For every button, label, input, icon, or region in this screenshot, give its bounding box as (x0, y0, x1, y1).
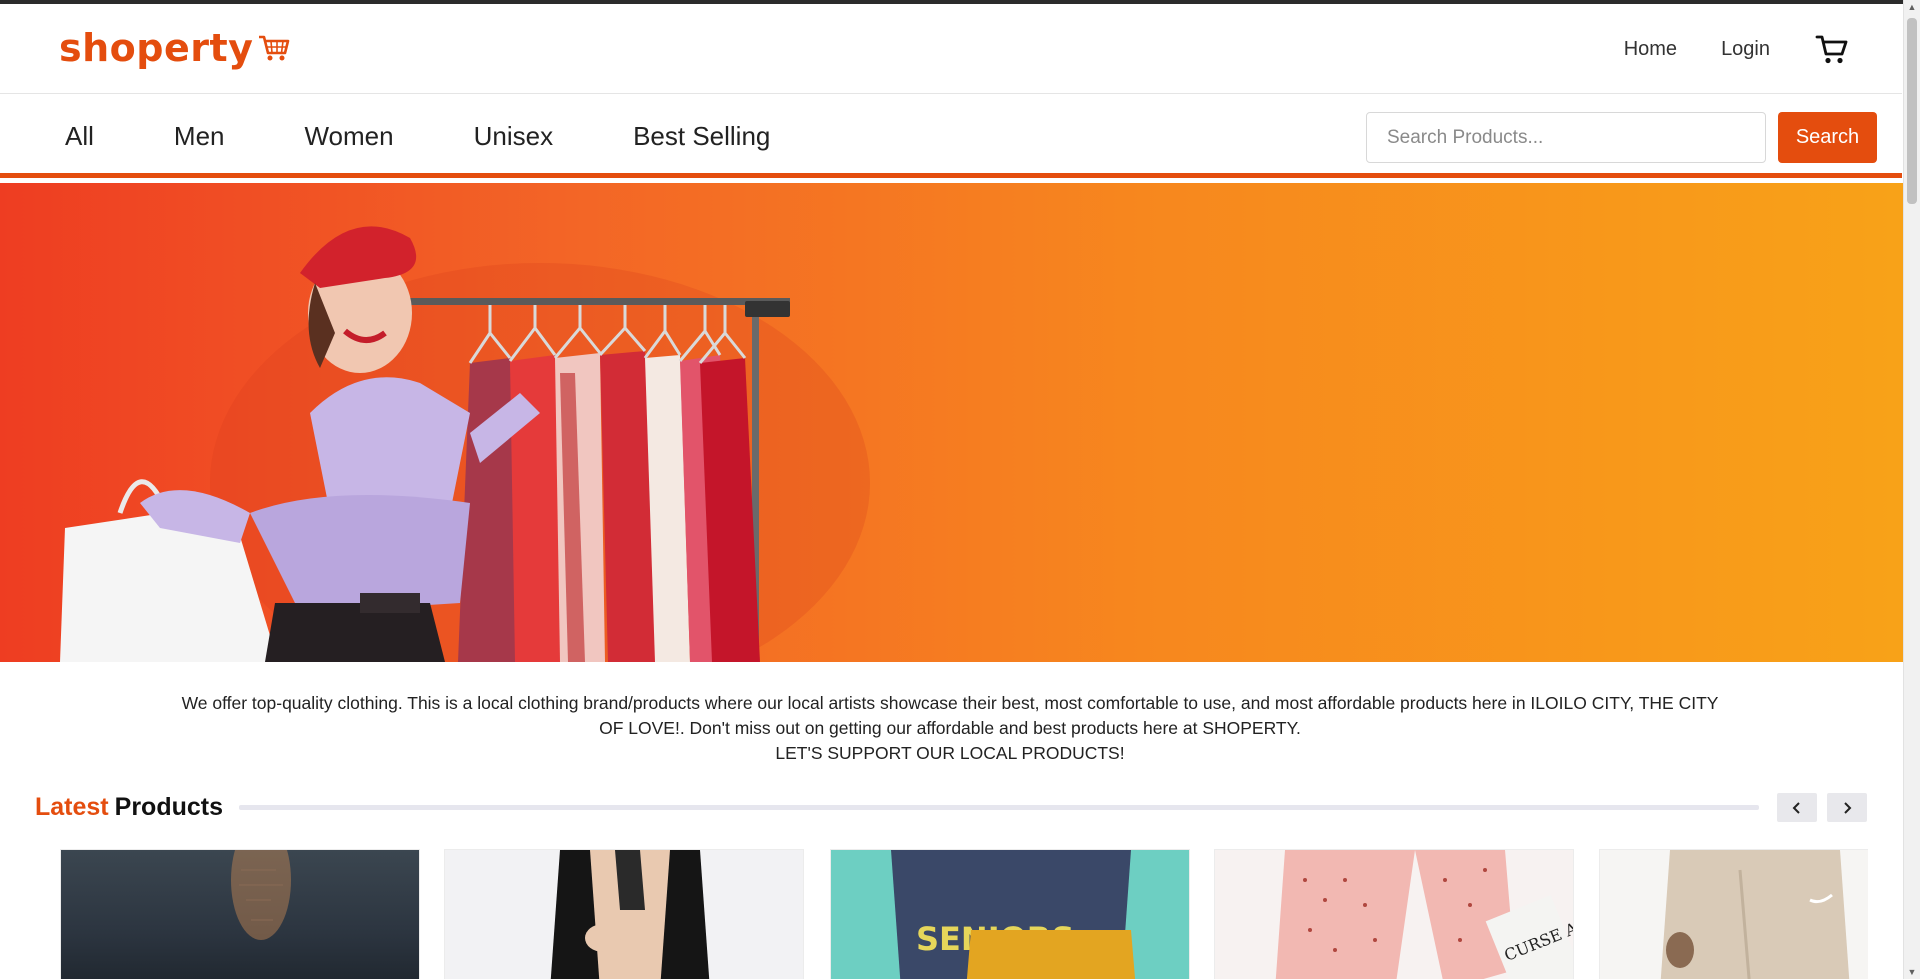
product-card-sunset-sea[interactable] (60, 849, 420, 979)
category-all[interactable]: All (65, 121, 94, 152)
category-bar: All Men Women Unisex Best Selling Search (0, 95, 1902, 178)
search-input[interactable] (1366, 112, 1766, 163)
product-image (231, 850, 291, 940)
scroll-down-arrow-icon[interactable]: ▼ (1907, 967, 1917, 977)
hero-image (60, 226, 870, 662)
logo-cart-icon (259, 35, 290, 61)
category-men[interactable]: Men (174, 121, 225, 152)
site-header: shoperty Home Login (0, 4, 1902, 94)
product-image: CURSE ALITTLE (1275, 850, 1573, 979)
category-unisex[interactable]: Unisex (474, 121, 553, 152)
product-image (550, 850, 710, 979)
top-nav: Home Login (1624, 31, 1850, 67)
brand-logo[interactable]: shoperty (59, 26, 291, 70)
about-callout: LET'S SUPPORT OUR LOCAL PRODUCTS! (775, 743, 1125, 763)
about-text: We offer top-quality clothing. This is a… (170, 691, 1730, 766)
brand-name: shoperty (59, 26, 254, 70)
section-title: Latest Products (35, 793, 223, 822)
product-carousel: SENIORS CURSE ALITTLE (60, 849, 1868, 979)
product-image (1660, 850, 1850, 979)
home-link[interactable]: Home (1624, 38, 1677, 61)
section-title-rest: Products (114, 793, 223, 821)
product-card-seniors-sweatshirt[interactable]: SENIORS (830, 849, 1190, 979)
product-card-polka-dot-bikini[interactable]: CURSE ALITTLE (1214, 849, 1574, 979)
product-card-fur-vest[interactable] (444, 849, 804, 979)
scrollbar-thumb[interactable] (1907, 18, 1917, 204)
chevron-left-icon (1792, 801, 1800, 814)
hero-banner (0, 183, 1903, 662)
category-list: All Men Women Unisex Best Selling (65, 121, 850, 152)
carousel-next-button[interactable] (1827, 793, 1867, 822)
search-form: Search (1366, 112, 1877, 163)
latest-products-header: Latest Products (35, 793, 1867, 827)
section-title-accent: Latest (35, 793, 109, 821)
about-paragraph: We offer top-quality clothing. This is a… (181, 693, 1719, 738)
chevron-right-icon (1844, 801, 1852, 814)
scroll-up-arrow-icon[interactable]: ▲ (1907, 2, 1917, 12)
category-best-selling[interactable]: Best Selling (633, 121, 770, 152)
category-women[interactable]: Women (304, 121, 393, 152)
cart-icon[interactable] (1814, 31, 1850, 67)
search-button[interactable]: Search (1778, 112, 1877, 163)
login-link[interactable]: Login (1721, 38, 1770, 61)
section-divider (239, 805, 1759, 810)
product-image: SENIORS (891, 850, 1136, 979)
product-card-sweatpants[interactable] (1599, 849, 1868, 979)
page-scrollbar[interactable]: ▲ ▼ (1903, 0, 1920, 979)
carousel-prev-button[interactable] (1777, 793, 1817, 822)
